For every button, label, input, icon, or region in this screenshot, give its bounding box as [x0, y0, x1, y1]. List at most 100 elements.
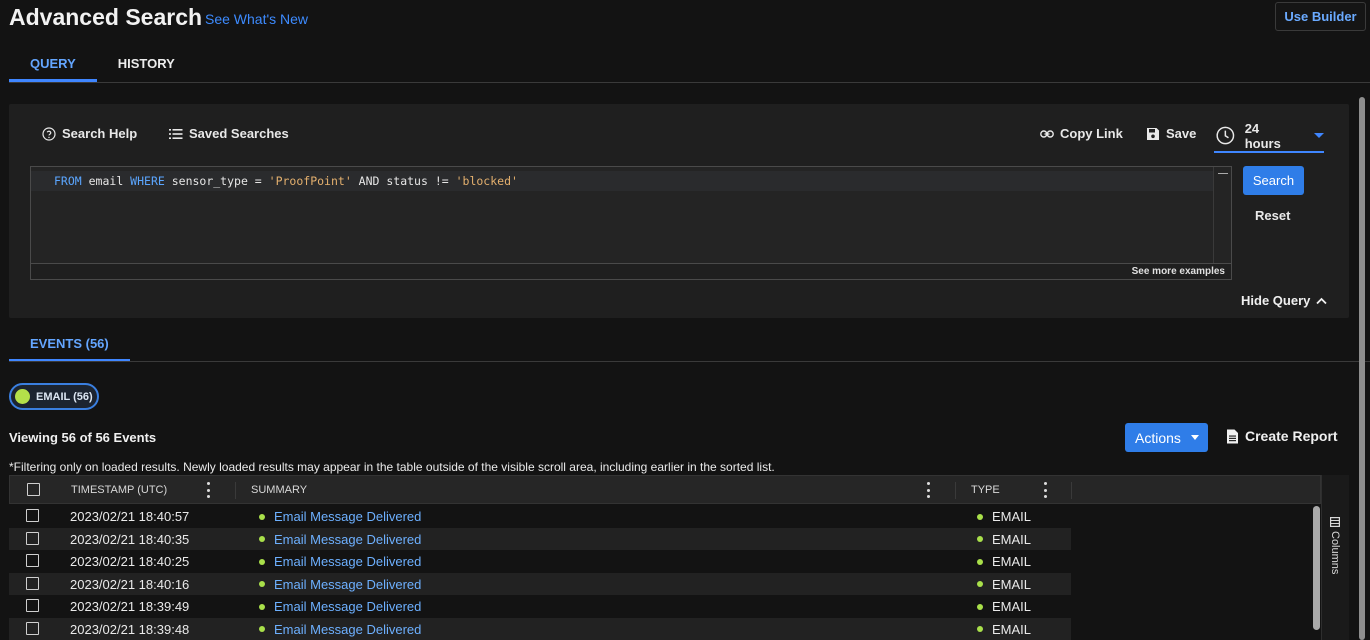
main-tabs: QUERY HISTORY [9, 47, 196, 82]
row-checkbox[interactable] [26, 531, 39, 545]
row-type: EMAIL [977, 622, 1031, 637]
row-timestamp: 2023/02/21 18:40:57 [70, 509, 190, 524]
row-timestamp: 2023/02/21 18:40:35 [70, 531, 190, 547]
timestamp-column-menu-icon[interactable] [206, 482, 210, 498]
row-checkbox[interactable] [26, 576, 39, 590]
row-summary-link[interactable]: Email Message Delivered [274, 622, 421, 637]
row-summary-link[interactable]: Email Message Delivered [274, 599, 421, 614]
use-builder-button[interactable]: Use Builder [1275, 2, 1366, 31]
status-dot-icon [15, 389, 30, 404]
row-type: EMAIL [977, 509, 1031, 524]
copy-link-button[interactable]: Copy Link [1040, 126, 1123, 141]
summary-column-menu-icon[interactable] [926, 482, 930, 498]
type-column-menu-icon[interactable] [1043, 482, 1047, 498]
row-timestamp: 2023/02/21 18:40:25 [70, 554, 190, 569]
status-dot-icon [259, 626, 265, 632]
floppy-disk-icon [1147, 127, 1159, 140]
row-summary[interactable]: Email Message Delivered [259, 599, 421, 614]
table-row[interactable]: 2023/02/21 18:40:35 Email Message Delive… [9, 527, 1071, 550]
create-report-label: Create Report [1245, 428, 1338, 444]
row-type: EMAIL [977, 577, 1031, 592]
columns-toggle[interactable]: Columns [1329, 517, 1341, 574]
document-icon [1227, 429, 1238, 443]
query-editor[interactable]: FROM email WHERE sensor_type = 'ProofPoi… [30, 166, 1232, 280]
row-timestamp: 2023/02/21 18:39:49 [70, 599, 190, 614]
editor-scrollbar[interactable] [1213, 167, 1231, 264]
tab-history[interactable]: HISTORY [97, 47, 196, 82]
row-summary[interactable]: Email Message Delivered [259, 532, 421, 547]
row-checkbox[interactable] [26, 599, 39, 612]
row-summary[interactable]: Email Message Delivered [259, 509, 421, 524]
row-type-label: EMAIL [992, 599, 1032, 614]
row-timestamp: 2023/02/21 18:39:48 [70, 621, 190, 637]
link-icon [1040, 129, 1054, 138]
status-dot-icon [977, 626, 983, 632]
save-label: Save [1166, 126, 1197, 141]
table-scrollbar[interactable] [1313, 506, 1320, 630]
email-chip-label: EMAIL (56) [36, 390, 93, 403]
chevron-down-icon [1190, 435, 1199, 440]
header-summary[interactable]: SUMMARY [251, 484, 307, 496]
column-divider[interactable] [235, 482, 236, 499]
list-icon [169, 128, 183, 139]
row-summary-link[interactable]: Email Message Delivered [274, 532, 421, 547]
table-row[interactable]: 2023/02/21 18:40:57 Email Message Delive… [9, 505, 1071, 528]
time-range-select[interactable]: 24 hours [1214, 120, 1324, 153]
hide-query-toggle[interactable]: Hide Query [1241, 293, 1327, 308]
table-row[interactable]: 2023/02/21 18:40:25 Email Message Delive… [9, 550, 1071, 573]
table-row[interactable]: 2023/02/21 18:39:49 Email Message Delive… [9, 595, 1071, 618]
columns-icon [1330, 517, 1340, 527]
row-summary[interactable]: Email Message Delivered [259, 622, 421, 637]
status-dot-icon [977, 558, 983, 565]
tab-events[interactable]: EVENTS (56) [9, 328, 130, 362]
create-report-button[interactable]: Create Report [1226, 428, 1338, 444]
editor-footer: See more examples [31, 263, 1231, 279]
row-checkbox[interactable] [26, 509, 39, 522]
events-table: TIMESTAMP (UTC) SUMMARY TYPE 2023/02/21 … [9, 475, 1321, 640]
column-divider[interactable] [1071, 482, 1072, 499]
row-summary-link[interactable]: Email Message Delivered [274, 509, 421, 524]
saved-searches-button[interactable]: Saved Searches [169, 126, 289, 141]
header-type[interactable]: TYPE [971, 484, 1000, 496]
row-summary-link[interactable]: Email Message Delivered [274, 554, 421, 569]
query-code[interactable]: FROM email WHERE sensor_type = 'ProofPoi… [54, 174, 518, 188]
search-help-button[interactable]: Search Help [42, 126, 137, 141]
copy-link-label: Copy Link [1060, 126, 1123, 141]
table-row[interactable]: 2023/02/21 18:39:48 Email Message Delive… [9, 617, 1071, 640]
row-summary-link[interactable]: Email Message Delivered [274, 577, 421, 592]
tab-query[interactable]: QUERY [9, 47, 97, 82]
row-type: EMAIL [977, 599, 1031, 614]
row-type-label: EMAIL [992, 621, 1032, 637]
actions-button[interactable]: Actions [1125, 423, 1208, 452]
row-checkbox[interactable] [26, 621, 39, 635]
query-panel: Search Help Saved Searches Copy Link Sav… [9, 104, 1349, 318]
row-type: EMAIL [977, 532, 1031, 547]
reset-button[interactable]: Reset [1255, 208, 1290, 223]
columns-panel-toggle[interactable]: Columns [1321, 475, 1349, 640]
table-row[interactable]: 2023/02/21 18:40:16 Email Message Delive… [9, 572, 1071, 595]
row-checkbox[interactable] [26, 554, 39, 567]
saved-searches-label: Saved Searches [189, 126, 289, 141]
help-circle-icon [42, 126, 56, 141]
search-button[interactable]: Search [1243, 166, 1304, 195]
status-dot-icon [259, 513, 265, 520]
email-filter-chip[interactable]: EMAIL (56) [9, 383, 99, 410]
see-more-examples-link[interactable]: See more examples [1132, 266, 1225, 277]
save-button[interactable]: Save [1146, 126, 1196, 141]
select-all-checkbox[interactable] [27, 483, 40, 496]
tabs-divider [9, 82, 1370, 83]
hide-query-label: Hide Query [1241, 293, 1311, 308]
chevron-up-icon [1316, 297, 1327, 304]
header-timestamp[interactable]: TIMESTAMP (UTC) [71, 484, 167, 496]
status-dot-icon [977, 536, 983, 542]
whats-new-link[interactable]: See What's New [205, 11, 308, 27]
actions-label: Actions [1135, 429, 1181, 446]
row-summary[interactable]: Email Message Delivered [259, 577, 421, 592]
page-title: Advanced Search [9, 4, 203, 30]
chevron-down-icon [1314, 133, 1324, 138]
page-scrollbar[interactable] [1359, 97, 1365, 640]
row-summary[interactable]: Email Message Delivered [259, 554, 421, 569]
status-dot-icon [977, 581, 983, 587]
column-divider[interactable] [955, 482, 956, 499]
clock-icon [1216, 126, 1235, 145]
